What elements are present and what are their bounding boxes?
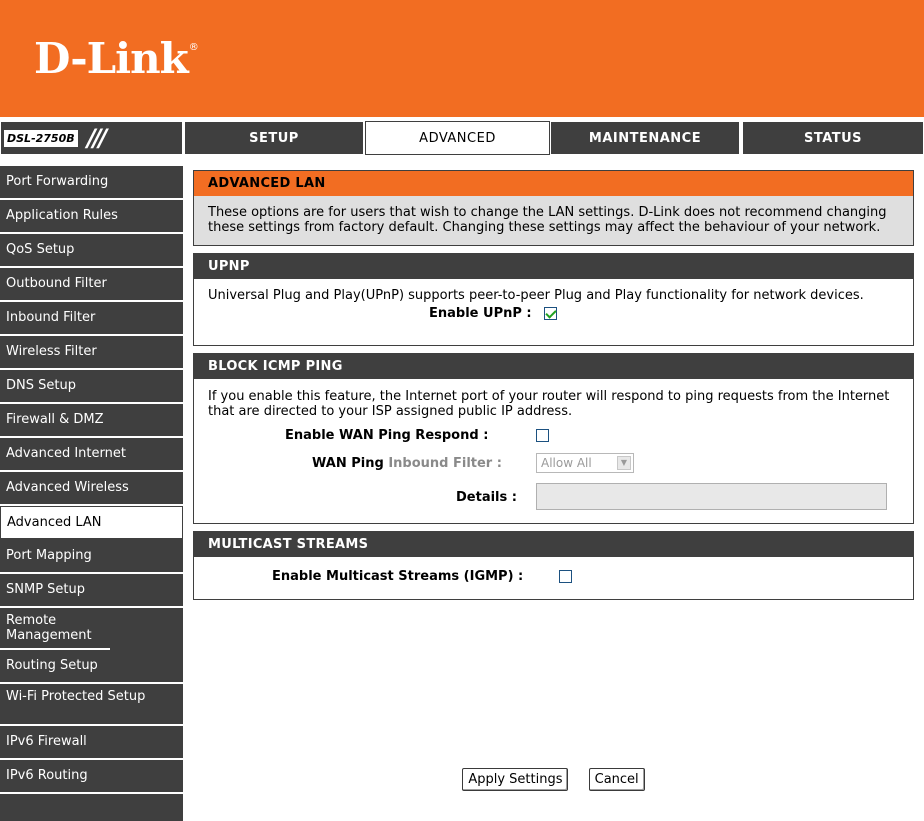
header-banner: D-Link® xyxy=(0,0,924,117)
chevron-down-icon: ▼ xyxy=(617,456,631,470)
sidebar-item-outbound-filter[interactable]: Outbound Filter xyxy=(0,268,183,302)
tab-status[interactable]: STATUS xyxy=(742,121,924,155)
sidebar-item-port-forwarding[interactable]: Port Forwarding xyxy=(0,166,183,200)
enable-multicast-label: Enable Multicast Streams (IGMP) : xyxy=(272,569,524,584)
sidebar-item-wireless-filter[interactable]: Wireless Filter xyxy=(0,336,183,370)
tab-maintenance[interactable]: MAINTENANCE xyxy=(550,121,740,155)
sidebar-item-application-rules[interactable]: Application Rules xyxy=(0,200,183,234)
sidebar-item-ipv6-firewall[interactable]: IPv6 Firewall xyxy=(0,726,183,760)
sidebar-item-dns-setup[interactable]: DNS Setup xyxy=(0,370,183,404)
upnp-section: UPNP Universal Plug and Play(UPnP) suppo… xyxy=(193,253,914,346)
wan-ping-filter-select[interactable]: Allow All ▼ xyxy=(536,453,634,473)
sidebar-item-ipv6-routing[interactable]: IPv6 Routing xyxy=(0,760,183,794)
sidebar: Port Forwarding Application Rules QoS Se… xyxy=(0,166,183,821)
details-row: Details : xyxy=(208,481,903,511)
upnp-title: UPNP xyxy=(194,254,913,279)
sidebar-item-snmp-setup[interactable]: SNMP Setup xyxy=(0,574,183,608)
sidebar-item-port-mapping[interactable]: Port Mapping xyxy=(0,540,183,574)
sidebar-item-routing-setup[interactable]: Routing Setup xyxy=(0,650,183,684)
sidebar-item-firewall-dmz[interactable]: Firewall & DMZ xyxy=(0,404,183,438)
details-label: Details : xyxy=(456,490,517,505)
sidebar-item-qos-setup[interactable]: QoS Setup xyxy=(0,234,183,268)
sidebar-item-remote-management[interactable]: Remote Management xyxy=(0,608,110,650)
wan-ping-respond-label: Enable WAN Ping Respond : xyxy=(285,428,489,443)
tab-setup[interactable]: SETUP xyxy=(184,121,364,155)
advanced-lan-title: ADVANCED LAN xyxy=(194,171,913,196)
block-icmp-ping-title: BLOCK ICMP PING xyxy=(194,354,913,379)
apply-settings-button[interactable]: Apply Settings xyxy=(462,768,569,791)
wan-ping-respond-checkbox[interactable] xyxy=(536,429,549,442)
model-slash-decoration: /// xyxy=(87,124,107,152)
wan-ping-respond-row: Enable WAN Ping Respond : xyxy=(208,423,903,451)
sidebar-item-advanced-wireless[interactable]: Advanced Wireless xyxy=(0,472,183,506)
details-field[interactable] xyxy=(536,483,887,510)
advanced-lan-description: These options are for users that wish to… xyxy=(194,196,913,245)
form-buttons: Apply Settings Cancel xyxy=(193,768,914,791)
wan-ping-filter-label: WAN Ping Inbound Filter : xyxy=(312,456,502,471)
tab-advanced[interactable]: ADVANCED xyxy=(365,121,550,155)
upnp-enable-row: Enable UPnP : xyxy=(208,303,903,327)
top-navigation: DSL-2750B /// SETUP ADVANCED MAINTENANCE… xyxy=(0,117,924,161)
sidebar-item-advanced-lan[interactable]: Advanced LAN xyxy=(0,506,183,540)
multicast-enable-row: Enable Multicast Streams (IGMP) : xyxy=(208,567,903,587)
sidebar-item-wifi-protected-setup[interactable]: Wi-Fi Protected Setup xyxy=(0,684,183,726)
advanced-lan-section: ADVANCED LAN These options are for users… xyxy=(193,170,914,246)
block-icmp-ping-section: BLOCK ICMP PING If you enable this featu… xyxy=(193,353,914,524)
upnp-description: Universal Plug and Play(UPnP) supports p… xyxy=(208,288,864,303)
main-content: ADVANCED LAN These options are for users… xyxy=(193,170,914,607)
dlink-logo: D-Link® xyxy=(34,34,199,83)
wan-ping-filter-row: WAN Ping Inbound Filter : Allow All ▼ xyxy=(208,451,903,481)
block-icmp-ping-description: If you enable this feature, the Internet… xyxy=(208,389,890,419)
enable-multicast-checkbox[interactable] xyxy=(559,570,572,583)
model-label: DSL-2750B xyxy=(4,130,78,147)
cancel-button[interactable]: Cancel xyxy=(588,768,645,791)
enable-upnp-label: Enable UPnP : xyxy=(429,306,532,321)
sidebar-item-inbound-filter[interactable]: Inbound Filter xyxy=(0,302,183,336)
multicast-streams-title: MULTICAST STREAMS xyxy=(194,532,913,557)
sidebar-item-advanced-internet[interactable]: Advanced Internet xyxy=(0,438,183,472)
enable-upnp-checkbox[interactable] xyxy=(544,307,557,320)
model-badge: DSL-2750B /// xyxy=(0,121,183,155)
multicast-streams-section: MULTICAST STREAMS Enable Multicast Strea… xyxy=(193,531,914,600)
